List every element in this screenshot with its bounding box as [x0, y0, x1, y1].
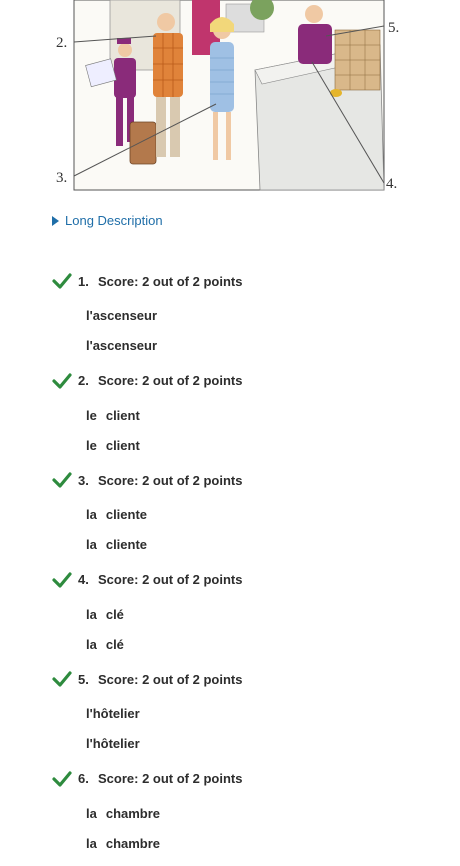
question-number: 1.	[78, 273, 89, 289]
question-header: 5. Score: 2 out of 2 points	[52, 671, 242, 687]
question-2: 2. Score: 2 out of 2 points le client le c…	[0, 368, 460, 468]
question-number: 6.	[78, 771, 89, 786]
answer-word: client	[105, 407, 140, 423]
hotel-lobby-illustration: 2. 3. 4. 5.	[50, 0, 410, 196]
check-icon	[52, 372, 72, 389]
correct-answer: la clé	[86, 637, 124, 652]
question-5: 5. Score: 2 out of 2 points l'hôtelier l…	[0, 666, 460, 766]
illustration-label-5: 5.	[388, 20, 399, 36]
question-header: 4. Score: 2 out of 2 points	[52, 571, 243, 588]
question-number: 4.	[78, 572, 89, 587]
question-number: 2.	[78, 373, 89, 388]
question-header: 2. Score: 2 out of 2 points	[52, 372, 243, 389]
correct-word: client	[105, 437, 140, 453]
score-text: Score: 2 out of 2 points	[98, 771, 243, 786]
score-text: Score: 2 out of 2 points	[98, 572, 243, 587]
given-answer: la cliente	[86, 507, 147, 522]
given-answer: la clé	[86, 607, 124, 622]
correct-word: cliente	[105, 537, 148, 552]
correct-article: le	[86, 437, 97, 453]
correct-answer: la cliente	[86, 537, 147, 552]
correct-answer: le client	[86, 438, 140, 453]
correct-answer: l'ascenseur	[86, 338, 158, 353]
score-text: Score: 2 out of 2 points	[98, 472, 243, 488]
given-answer: l'hôtelier	[86, 706, 140, 721]
question-6: 6. Score: 2 out of 2 points la chambre la…	[0, 766, 460, 866]
question-header: 3. Score: 2 out of 2 points	[52, 472, 242, 488]
answer-article: la	[86, 606, 97, 622]
answer-article: le	[86, 407, 97, 423]
given-answer: la chambre	[86, 806, 160, 821]
long-description-toggle[interactable]: Long Description	[52, 213, 163, 228]
disclosure-triangle-icon	[52, 215, 59, 226]
check-icon	[52, 472, 72, 488]
correct-word: clé	[105, 636, 124, 652]
correct-answer: la chambre	[86, 836, 160, 851]
question-header: 1. Score: 2 out of 2 points	[52, 273, 242, 289]
answer-word: chambre	[105, 805, 161, 821]
score-text: Score: 2 out of 2 points	[98, 671, 243, 687]
answer-word: clé	[105, 606, 124, 622]
question-3: 3. Score: 2 out of 2 points la cliente la…	[0, 467, 460, 567]
correct-article: la	[86, 636, 97, 652]
long-description-label: Long Description	[65, 213, 163, 228]
check-icon	[52, 770, 72, 787]
question-header: 6. Score: 2 out of 2 points	[52, 770, 243, 787]
answer-word: cliente	[105, 507, 148, 522]
score-text: Score: 2 out of 2 points	[98, 273, 243, 289]
check-icon	[52, 273, 72, 289]
correct-article: la	[86, 537, 97, 552]
given-answer: l'ascenseur	[86, 308, 158, 323]
illustration-drawing: 2. 3. 4. 5.	[56, 0, 399, 192]
question-number: 5.	[78, 671, 89, 687]
given-answer: le client	[86, 408, 140, 423]
correct-word: chambre	[105, 835, 161, 851]
illustration-label-2: 2.	[56, 35, 67, 51]
question-4: 4. Score: 2 out of 2 points la clé la clé	[0, 567, 460, 667]
answer-article: la	[86, 507, 97, 522]
check-icon	[52, 671, 72, 687]
score-text: Score: 2 out of 2 points	[98, 373, 243, 388]
answer-article: la	[86, 805, 97, 821]
question-1: 1. Score: 2 out of 2 points l'ascenseur …	[0, 268, 460, 368]
correct-answer: l'hôtelier	[86, 736, 140, 751]
results-list: 1. Score: 2 out of 2 points l'ascenseur …	[0, 268, 460, 865]
check-icon	[52, 571, 72, 588]
question-number: 3.	[78, 472, 89, 488]
correct-article: la	[86, 835, 97, 851]
illustration-label-3: 3.	[56, 170, 67, 186]
illustration-label-4: 4.	[386, 176, 397, 192]
